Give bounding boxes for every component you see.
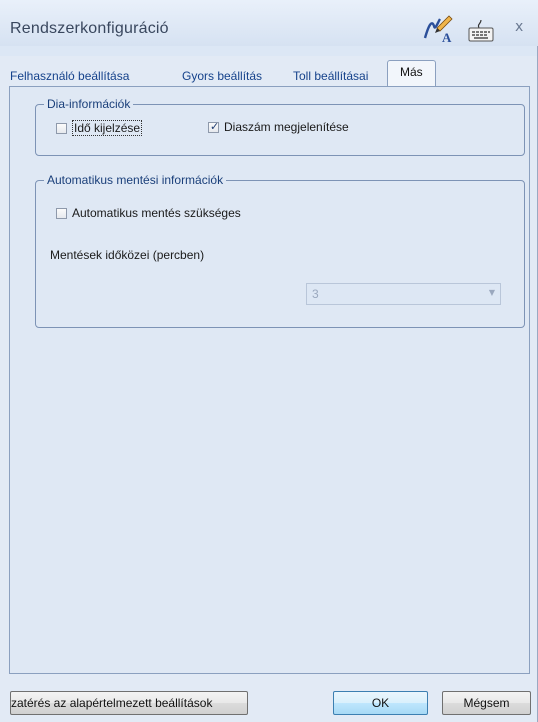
autosave-required-checkbox[interactable]: [56, 207, 67, 219]
config-window: Rendszerkonfiguráció A x Felhasználó beá…: [0, 0, 538, 722]
cancel-button[interactable]: Mégsem: [442, 691, 531, 715]
chevron-down-icon: ▼: [488, 288, 495, 297]
checkmark-icon: ✓: [210, 119, 220, 133]
pen-icon[interactable]: A: [423, 14, 457, 45]
tab-other[interactable]: Más: [387, 60, 436, 88]
show-slide-number-checkbox[interactable]: ✓: [208, 119, 220, 133]
autosave-interval-label: Mentések időközei (percben): [50, 248, 205, 262]
keyboard-icon[interactable]: [467, 18, 495, 44]
show-slide-number-label: Diaszám megjelenítése: [224, 120, 349, 134]
show-time-option[interactable]: Idő kijelzése: [56, 120, 143, 136]
window-title: Rendszerkonfiguráció: [10, 20, 169, 37]
autosave-legend: Automatikus mentési információk: [44, 173, 227, 187]
slide-info-legend: Dia-információk: [44, 97, 134, 111]
autosave-required-label: Automatikus mentés szükséges: [72, 206, 241, 220]
autosave-interval-select[interactable]: 3 ▼: [306, 283, 501, 305]
title-bar[interactable]: Rendszerkonfiguráció A x: [0, 0, 538, 46]
close-icon[interactable]: x: [515, 19, 523, 35]
autosave-required-option[interactable]: Automatikus mentés szükséges: [56, 206, 241, 220]
show-time-checkbox[interactable]: [56, 122, 67, 134]
tab-quick-settings[interactable]: Gyors beállítás: [182, 66, 262, 86]
slide-info-group: Dia-információk Idő kijelzése ✓ Diaszám …: [35, 97, 525, 156]
autosave-interval-value: 3: [312, 287, 319, 301]
svg-text:A: A: [442, 30, 452, 44]
restore-defaults-button[interactable]: zatérés az alapértelmezett beállítások: [10, 691, 248, 715]
ok-button[interactable]: OK: [333, 691, 428, 715]
tab-user-settings[interactable]: Felhasználó beállítása: [10, 66, 129, 86]
tab-panel-other: Dia-információk Idő kijelzése ✓ Diaszám …: [9, 86, 530, 674]
tab-pen-settings[interactable]: Toll beállításai: [293, 66, 368, 86]
show-time-label: Idő kijelzése: [72, 120, 143, 136]
autosave-group: Automatikus mentési információk Automati…: [35, 173, 525, 328]
show-slide-number-option[interactable]: ✓ Diaszám megjelenítése: [208, 120, 349, 134]
